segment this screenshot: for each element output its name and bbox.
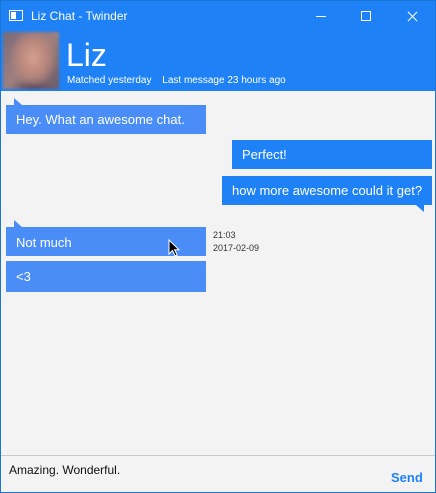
message-text: Not much [16,235,72,250]
message-list[interactable]: Hey. What an awesome chat. Perfect! how … [1,91,435,455]
message-bubble[interactable]: <3 [6,261,206,292]
message-text: how more awesome could it get? [232,183,423,198]
message-text: Perfect! [242,147,287,162]
maximize-button[interactable] [343,1,389,31]
minimize-button[interactable] [297,1,343,31]
mouse-pointer-icon [168,239,180,257]
message-text: Hey. What an awesome chat. [16,112,185,127]
avatar[interactable] [3,32,59,89]
title-bar[interactable]: Liz Chat - Twinder [1,1,435,31]
close-button[interactable] [389,1,435,31]
message-bubble[interactable]: Hey. What an awesome chat. [6,98,206,134]
profile-name: Liz [66,37,107,73]
message-text: <3 [16,269,31,284]
last-message-status: Last message 23 hours ago [162,75,286,86]
message-input[interactable] [9,462,369,478]
window-title: Liz Chat - Twinder [31,9,128,23]
profile-header: Liz Matched yesterday Last message 23 ho… [1,31,435,91]
send-button[interactable]: Send [391,468,431,486]
message-time: 21:03 [213,230,236,240]
message-bubble[interactable]: how more awesome could it get? [222,176,432,212]
matched-status: Matched yesterday [67,75,152,86]
app-window-icon [9,10,23,21]
message-date: 2017-02-09 [213,243,260,253]
profile-meta: Matched yesterday Last message 23 hours … [67,75,286,87]
chat-window: Liz Chat - Twinder Liz Matched yesterday… [0,0,436,493]
message-composer: Send [1,455,435,492]
message-bubble[interactable]: Perfect! [232,140,432,169]
